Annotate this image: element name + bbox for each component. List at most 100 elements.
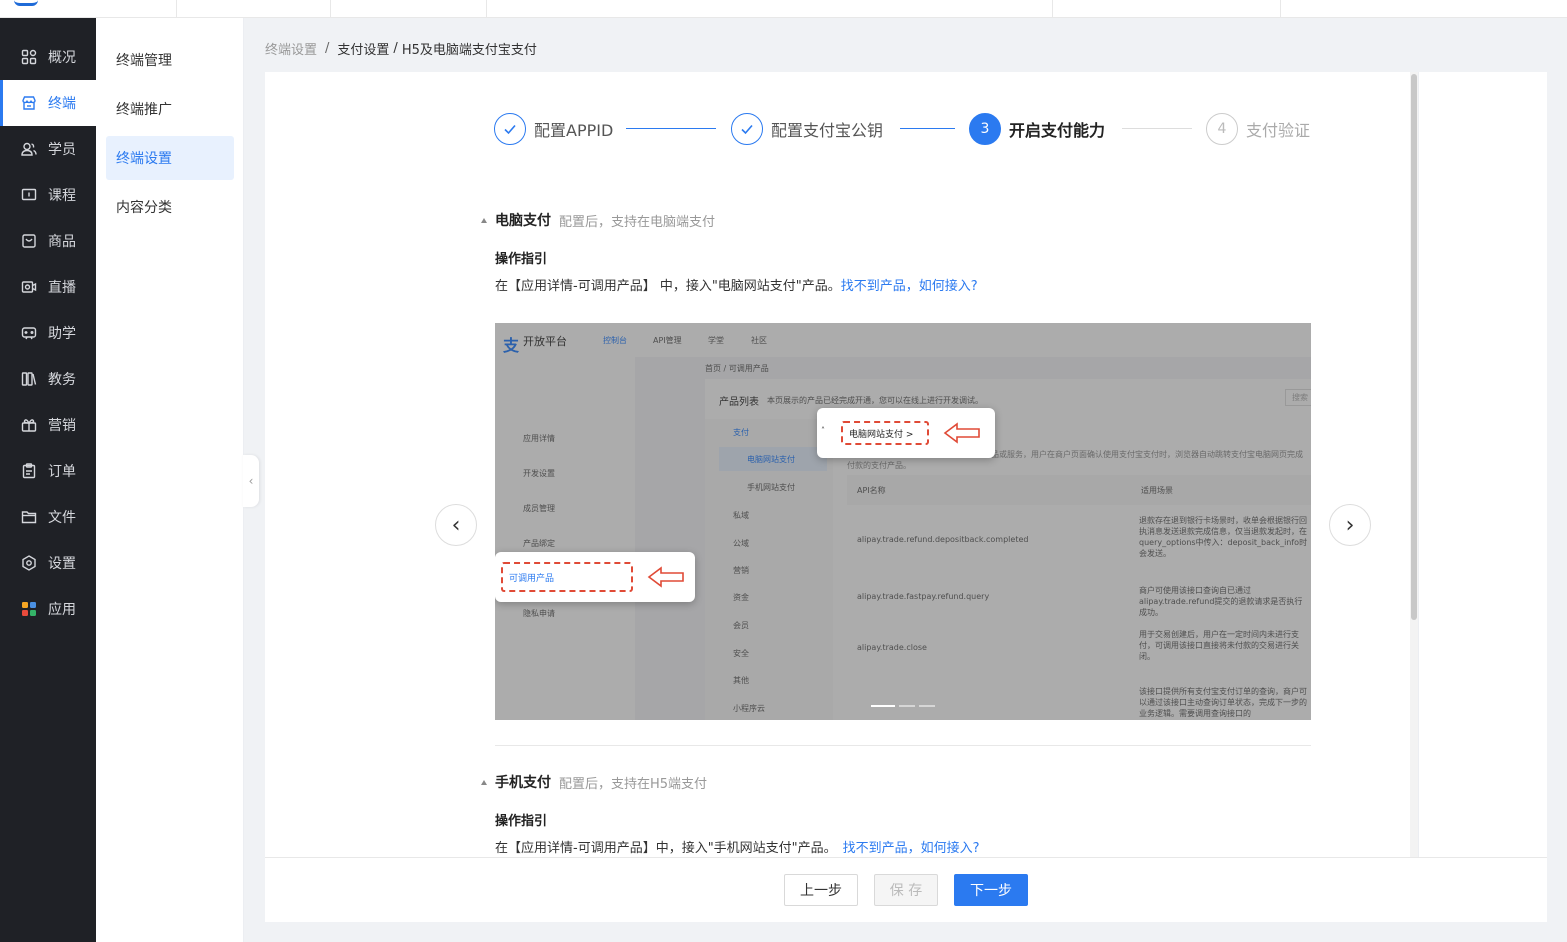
- carousel-dot[interactable]: [899, 705, 915, 707]
- sidebar-item-label: 设置: [48, 556, 76, 572]
- sidebar-item-label: 课程: [48, 188, 76, 204]
- callout-highlight: 电脑网站支付 >: [841, 421, 929, 445]
- next-step-button[interactable]: 下一步: [954, 874, 1028, 906]
- carousel-dot[interactable]: [919, 705, 935, 707]
- logo-icon: [14, 0, 38, 6]
- sidebar-item-students[interactable]: 学员: [0, 126, 96, 172]
- prev-step-button[interactable]: 上一步: [784, 874, 858, 906]
- carousel-indicators: [871, 705, 935, 707]
- sub-navigation: 终端管理 终端推广 终端设置 内容分类: [96, 18, 244, 942]
- camera-icon: [21, 279, 37, 295]
- scrollbar-thumb[interactable]: [1411, 74, 1417, 620]
- help-link[interactable]: 找不到产品，如何接入?: [841, 279, 978, 294]
- breadcrumb-item-payment-settings[interactable]: 支付设置: [337, 39, 389, 58]
- caret-up-icon: [481, 779, 487, 785]
- top-bar-divider: [1052, 0, 1053, 18]
- carousel-next-button[interactable]: ›: [1329, 504, 1371, 546]
- check-icon: [731, 113, 763, 145]
- arrow-left-icon: [943, 422, 980, 444]
- save-button[interactable]: 保 存: [874, 874, 938, 906]
- top-bar-divider: [1280, 0, 1281, 18]
- chevron-right-icon: ›: [1345, 512, 1355, 538]
- check-icon: [494, 113, 526, 145]
- guide-title: 操作指引: [495, 252, 548, 267]
- sidebar-item-live[interactable]: 直播: [0, 264, 96, 310]
- guide-instruction: 在【应用详情-可调用产品】 中，接入"电脑网站支付"产品。: [495, 279, 841, 294]
- caret-up-icon: [481, 217, 487, 223]
- subnav-item-terminal-settings[interactable]: 终端设置: [106, 136, 234, 180]
- step-label: 配置APPID: [534, 121, 614, 140]
- subnav-item-terminal-promotion[interactable]: 终端推广: [106, 87, 234, 131]
- step-connector: [900, 128, 955, 129]
- breadcrumb-separator: /: [393, 40, 398, 56]
- books-icon: [21, 371, 37, 387]
- breadcrumb-item-current: H5及电脑端支付宝支付: [401, 42, 537, 58]
- guide-screenshot: 支 开放平台 控制台 API管理 学堂 社区 应用详情 开发设置 成员管理 产品…: [495, 323, 1311, 720]
- step-payment-verify: 4 支付验证: [1206, 113, 1310, 145]
- breadcrumb-item-terminal-settings[interactable]: 终端设置: [265, 39, 317, 58]
- callout-highlight: 可调用产品: [501, 562, 633, 592]
- sidebar-item-terminal[interactable]: 终端: [0, 80, 96, 126]
- breadcrumb: 终端设置 / 支付设置 / H5及电脑端支付宝支付: [265, 38, 537, 58]
- top-bar: [0, 0, 1567, 18]
- section-title: 电脑支付: [495, 213, 551, 229]
- sidebar-item-orders[interactable]: 订单: [0, 448, 96, 494]
- sidebar-item-label: 文件: [48, 510, 76, 526]
- subnav-item-content-category[interactable]: 内容分类: [106, 185, 234, 229]
- step-connector: [626, 128, 716, 129]
- gear-icon: [21, 555, 37, 571]
- step-number: 3: [969, 113, 1001, 145]
- card-divider: [1418, 72, 1419, 857]
- carousel-prev-button[interactable]: ‹: [435, 504, 477, 546]
- arrow-left-icon: [647, 566, 684, 588]
- step-connector: [1122, 128, 1192, 129]
- help-link[interactable]: 找不到产品，如何接入?: [843, 841, 980, 856]
- grid-icon: [21, 49, 37, 65]
- subnav-item-terminal-management[interactable]: 终端管理: [106, 38, 234, 82]
- section-desc: 配置后，支持在H5端支付: [559, 776, 708, 792]
- bag-icon: [21, 233, 37, 249]
- step-number: 4: [1206, 113, 1238, 145]
- sidebar-item-label: 商品: [48, 234, 76, 250]
- caret-up-icon: ˄: [821, 426, 825, 435]
- sidebar-item-courses[interactable]: 课程: [0, 172, 96, 218]
- step-enable-payment: 3 开启支付能力: [969, 113, 1105, 145]
- guide-instruction: 在【应用详情-可调用产品】中，接入"手机网站支付"产品。: [495, 841, 837, 856]
- sidebar-item-apps[interactable]: 应用: [0, 586, 96, 632]
- section-desc: 配置后，支持在电脑端支付: [559, 214, 716, 230]
- sidebar-item-label: 终端: [48, 96, 76, 112]
- sidebar-item-label: 学员: [48, 142, 76, 158]
- chevron-left-icon: ‹: [451, 512, 461, 538]
- sidebar-item-label: 应用: [48, 602, 76, 618]
- step-label: 支付验证: [1246, 121, 1311, 140]
- sidebar-item-label: 教务: [48, 372, 76, 388]
- top-bar-divider: [176, 0, 177, 18]
- callout-pc-payment: ˄ 电脑网站支付 >: [817, 408, 995, 458]
- apps-icon: [21, 601, 37, 617]
- users-icon: [21, 141, 37, 157]
- mobile-payment-section-header[interactable]: 手机支付 配置后，支持在H5端支付: [481, 772, 707, 792]
- carousel-dot-active[interactable]: [871, 705, 895, 707]
- step-configure-alipay-key: 配置支付宝公钥: [731, 113, 883, 145]
- sidebar-item-assist[interactable]: 助学: [0, 310, 96, 356]
- folder-icon: [21, 509, 37, 525]
- gift-icon: [21, 417, 37, 433]
- pc-payment-section-header[interactable]: 电脑支付 配置后，支持在电脑端支付: [481, 210, 715, 230]
- sidebar-item-academic[interactable]: 教务: [0, 356, 96, 402]
- section-divider: [495, 745, 1311, 746]
- guide-text: 在【应用详情-可调用产品】中，接入"手机网站支付"产品。 找不到产品，如何接入?: [495, 837, 980, 856]
- sidebar-item-label: 营销: [48, 418, 76, 434]
- sidebar-item-settings[interactable]: 设置: [0, 540, 96, 586]
- step-configure-appid: 配置APPID: [494, 113, 613, 145]
- sidebar-item-files[interactable]: 文件: [0, 494, 96, 540]
- collapse-subnav-button[interactable]: ‹: [243, 455, 259, 507]
- guide-title: 操作指引: [495, 814, 548, 829]
- guide-text: 在【应用详情-可调用产品】 中，接入"电脑网站支付"产品。找不到产品，如何接入?: [495, 275, 978, 294]
- sidebar-item-label: 直播: [48, 280, 76, 296]
- course-icon: [21, 187, 37, 203]
- sidebar-item-goods[interactable]: 商品: [0, 218, 96, 264]
- sidebar-item-overview[interactable]: 概况: [0, 34, 96, 80]
- sidebar-item-marketing[interactable]: 营销: [0, 402, 96, 448]
- sidebar-item-label: 订单: [48, 464, 76, 480]
- shot-dim-overlay: [495, 323, 1311, 720]
